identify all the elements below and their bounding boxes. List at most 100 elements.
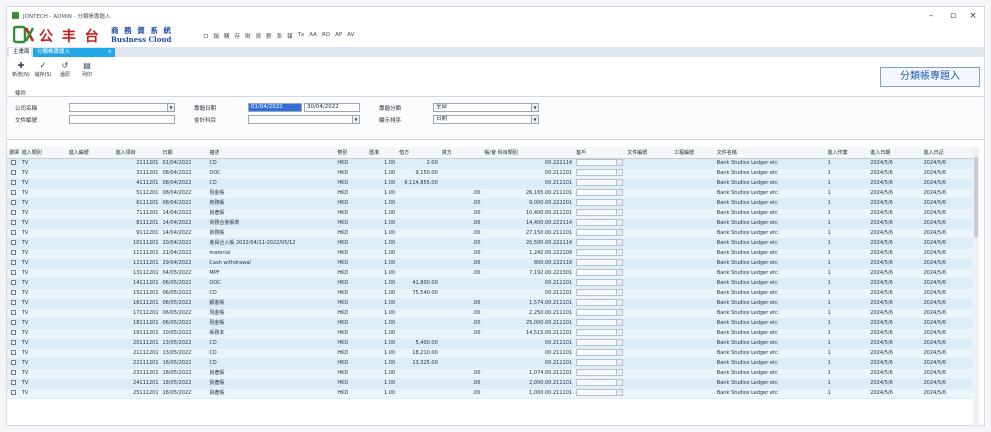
tab-ledger-entry[interactable]: 分類帳專題入 ×: [33, 48, 115, 57]
type-select[interactable]: 全部 ▼: [433, 103, 539, 112]
table-row[interactable]: TV 5111201 08/04/2022 現金帳 HKD 1.00 .00 26,165.0…: [7, 188, 975, 199]
table-row[interactable]: TV 10111201 20/04/2022 會員合入帳 2022/04/11-202…: [7, 238, 975, 249]
close-button[interactable]: ×: [964, 10, 982, 22]
save-button[interactable]: ✓ 儲存(S): [33, 61, 53, 85]
table-row[interactable]: TV 22111201 16/05/2022 CD HKD 1.00 13,325.00 00…: [7, 358, 975, 369]
row-checkbox[interactable]: [10, 249, 16, 255]
row-select-cell[interactable]: [7, 348, 20, 359]
column-header[interactable]: 幣別: [335, 147, 368, 159]
customer-picker-cell[interactable]: [574, 198, 626, 209]
customer-picker-cell[interactable]: [574, 208, 626, 219]
menu-item-7[interactable]: 系: [277, 32, 283, 40]
customer-picker-cell[interactable]: [574, 228, 626, 239]
customer-picker[interactable]: [576, 328, 624, 336]
table-row[interactable]: TV 11111201 21/04/2022 material HKD 1.00 .00 1,…: [7, 248, 975, 259]
doc-no-field[interactable]: [69, 115, 175, 124]
column-header[interactable]: 文件名稱: [714, 147, 826, 159]
row-checkbox[interactable]: [10, 389, 16, 395]
column-header[interactable]: 客戶: [574, 147, 626, 159]
menu-item-2[interactable]: 購: [224, 32, 230, 40]
column-header[interactable]: 文件編號: [625, 147, 673, 159]
customer-picker-cell[interactable]: [574, 298, 626, 309]
table-row[interactable]: TV 16111201 06/05/2022 顧客帳 HKD 1.00 .00 1,574.0…: [7, 298, 975, 309]
customer-picker-cell[interactable]: [574, 218, 626, 229]
chevron-down-icon[interactable]: ▼: [167, 104, 174, 111]
customer-picker-cell[interactable]: [574, 368, 626, 379]
row-select-cell[interactable]: [7, 358, 20, 369]
row-select-cell[interactable]: [7, 298, 20, 309]
row-checkbox[interactable]: [10, 199, 16, 205]
customer-picker[interactable]: [576, 178, 624, 186]
row-checkbox[interactable]: [10, 219, 16, 225]
row-select-cell[interactable]: [7, 218, 20, 229]
customer-picker-cell[interactable]: [574, 188, 626, 199]
sort-select[interactable]: 日期 ▼: [433, 115, 539, 124]
column-header[interactable]: 進入項目: [113, 147, 161, 159]
table-row[interactable]: TV 8111201 14/04/2022 商務合會帳表 HKD 1.00 .00 14,40…: [7, 218, 975, 229]
table-row[interactable]: TV 13111201 04/05/2022 MPF HKD 1.00 .00 7,192.0…: [7, 268, 975, 279]
new-button[interactable]: ✚ 新增(N): [11, 61, 31, 85]
row-checkbox[interactable]: [10, 279, 16, 285]
column-header[interactable]: 進入日期: [868, 147, 922, 159]
row-select-cell[interactable]: [7, 308, 20, 319]
table-row[interactable]: TV 21111201 13/05/2022 CD HKD 1.00 18,210.00 00…: [7, 348, 975, 359]
row-select-cell[interactable]: [7, 238, 20, 249]
table-row[interactable]: TV 6111201 08/04/2022 商務帳 HKD 1.00 .00 9,000.00…: [7, 198, 975, 209]
table-row[interactable]: TV 18111201 06/05/2022 現金帳 HKD 1.00 .00 25,000.…: [7, 318, 975, 329]
menu-item-12[interactable]: AP: [335, 32, 342, 40]
table-row[interactable]: TV 2111201 01/04/2022 CD HKD 1.00 2.00 00.22211…: [7, 158, 975, 169]
customer-picker[interactable]: [576, 208, 624, 216]
table-row[interactable]: TV 4111201 08/04/2022 CD HKD 1.00 6,114,855.00…: [7, 178, 975, 189]
row-select-cell[interactable]: [7, 378, 20, 389]
column-header[interactable]: 進入日記: [921, 147, 975, 159]
row-select-cell[interactable]: [7, 188, 20, 199]
column-header[interactable]: 日期: [160, 147, 208, 159]
row-select-cell[interactable]: [7, 368, 20, 379]
customer-picker[interactable]: [576, 268, 624, 276]
table-row[interactable]: TV 9111201 14/04/2022 商務帳 HKD 1.00 .00 27,150.0…: [7, 228, 975, 239]
column-header[interactable]: 進入編號: [66, 147, 114, 159]
row-select-cell[interactable]: [7, 258, 20, 269]
customer-picker[interactable]: [576, 338, 624, 346]
column-header[interactable]: 描述: [207, 147, 336, 159]
customer-picker-cell[interactable]: [574, 168, 626, 179]
row-select-cell[interactable]: [7, 248, 20, 259]
row-checkbox[interactable]: [10, 309, 16, 315]
print-button[interactable]: ▤ 列印: [77, 61, 97, 85]
customer-picker[interactable]: [576, 188, 624, 196]
menu-item-11[interactable]: RO: [322, 32, 330, 40]
row-checkbox[interactable]: [10, 379, 16, 385]
customer-picker-cell[interactable]: [574, 358, 626, 369]
table-row[interactable]: TV 17111201 06/05/2022 現金帳 HKD 1.00 .00 2,250.0…: [7, 308, 975, 319]
customer-picker[interactable]: [576, 308, 624, 316]
customer-picker-cell[interactable]: [574, 238, 626, 249]
chevron-down-icon[interactable]: ▼: [352, 116, 359, 123]
undo-button[interactable]: ↺ 還原: [55, 61, 75, 85]
row-select-cell[interactable]: [7, 178, 20, 189]
column-header[interactable]: 進入作業: [825, 147, 869, 159]
customer-picker-cell[interactable]: [574, 328, 626, 339]
customer-picker[interactable]: [576, 348, 624, 356]
row-select-cell[interactable]: [7, 228, 20, 239]
menu-item-5[interactable]: 資: [256, 32, 262, 40]
customer-picker[interactable]: [576, 238, 624, 246]
customer-picker[interactable]: [576, 368, 624, 376]
row-checkbox[interactable]: [10, 159, 16, 165]
column-header[interactable]: 選擇: [7, 147, 20, 159]
customer-picker-cell[interactable]: [574, 308, 626, 319]
row-select-cell[interactable]: [7, 268, 20, 279]
row-select-cell[interactable]: [7, 278, 20, 289]
customer-picker[interactable]: [576, 198, 624, 206]
menu-item-10[interactable]: AA: [309, 32, 317, 40]
customer-picker-cell[interactable]: [574, 378, 626, 389]
customer-picker-cell[interactable]: [574, 338, 626, 349]
row-checkbox[interactable]: [10, 209, 16, 215]
minimize-button[interactable]: –: [922, 10, 940, 22]
customer-picker-cell[interactable]: [574, 258, 626, 269]
tab-main[interactable]: 主畫面: [9, 48, 31, 57]
row-select-cell[interactable]: [7, 338, 20, 349]
maximize-button[interactable]: ▫: [944, 10, 962, 22]
customer-picker-cell[interactable]: [574, 278, 626, 289]
customer-picker[interactable]: [576, 358, 624, 366]
menu-item-6[interactable]: 薪: [266, 32, 272, 40]
